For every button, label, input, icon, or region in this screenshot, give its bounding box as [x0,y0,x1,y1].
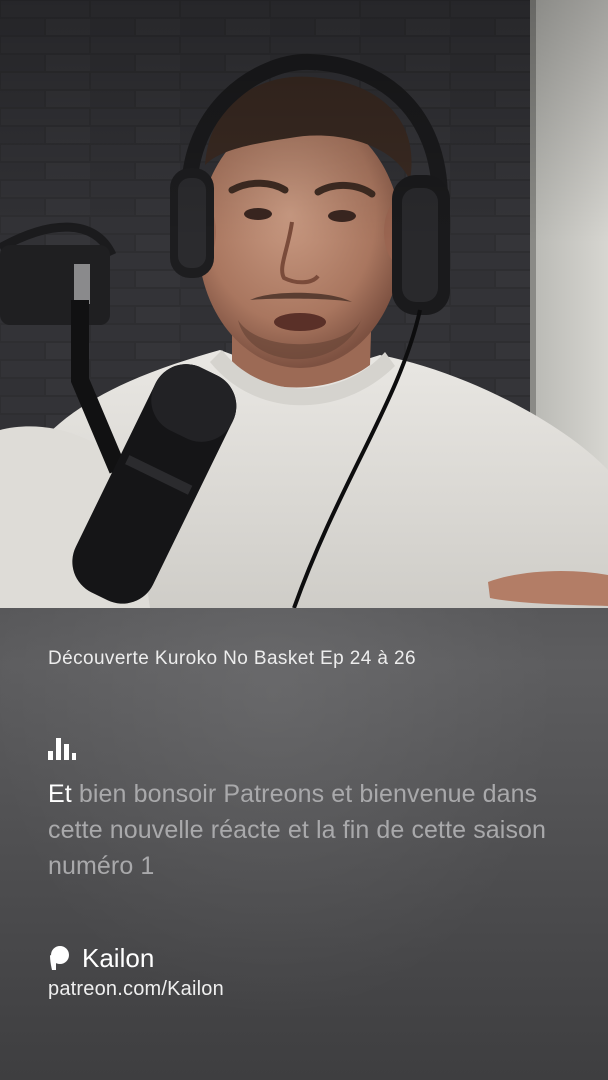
transcript-remaining-text: bien bonsoir Patreons et bienvenue dans … [48,780,547,880]
audio-waveform-icon [48,738,76,760]
transcript-text: Et bien bonsoir Patreons et bienvenue da… [48,776,578,884]
creator-name[interactable]: Kailon [82,943,154,974]
episode-title[interactable]: Découverte Kuroko No Basket Ep 24 à 26 [48,648,416,670]
creator-link[interactable]: Kailon [48,942,154,974]
video-still [0,0,608,608]
patreon-logo-icon [50,946,69,970]
caption-card: Découverte Kuroko No Basket Ep 24 à 26 E… [0,608,608,1080]
creator-url-link[interactable]: patreon.com/Kailon [48,978,224,1001]
video-frame[interactable] [0,0,608,608]
transcript-active-word: Et [48,780,72,808]
